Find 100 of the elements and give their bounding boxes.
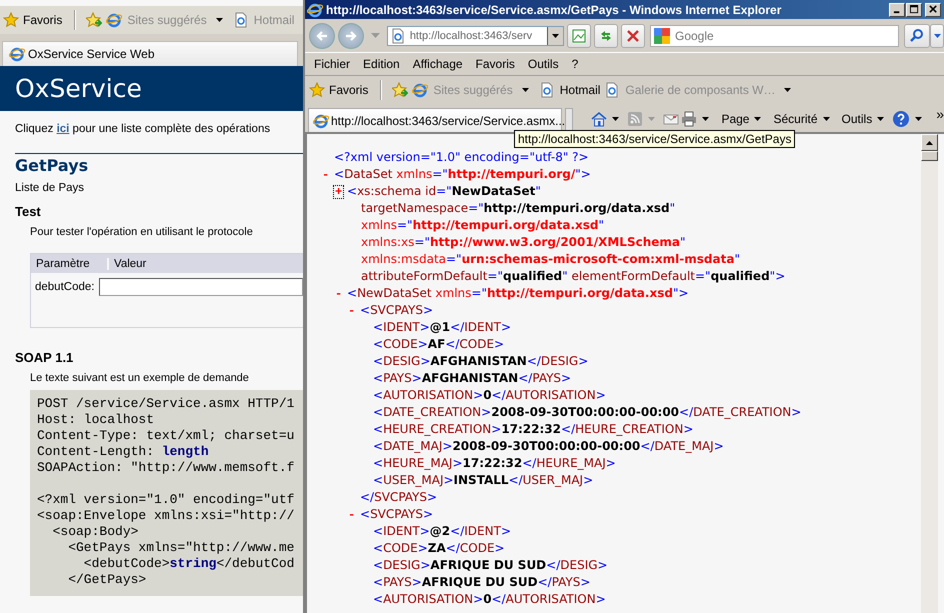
xml-line: <IDENT>@2</IDENT> (373, 523, 511, 540)
caret-icon[interactable] (612, 117, 620, 121)
dropdown-button[interactable] (547, 26, 564, 44)
close-button[interactable] (925, 2, 941, 16)
globe-e-icon (307, 2, 323, 18)
page-icon (604, 82, 620, 98)
collapse-toggle[interactable]: - (347, 509, 356, 521)
tooltip: http://localhost:3463/service/Service.asmx/GetPays (514, 130, 796, 148)
search-button[interactable] (904, 24, 930, 48)
scroll-up-button[interactable] (921, 134, 938, 151)
xml-line: <SVCPAYS> (360, 302, 434, 319)
add-favorite-icon[interactable] (392, 82, 408, 98)
browser-tab[interactable]: http://localhost:3463/service/Service.asmx... (308, 108, 562, 132)
instruction-text: Pour tester l'opération en utilisant le protocole (29, 226, 254, 238)
caret-icon[interactable] (522, 88, 529, 92)
menu-item[interactable]: Favoris (470, 57, 522, 71)
collapse-toggle[interactable]: + (334, 186, 344, 198)
xml-line: <IDENT>@1</IDENT> (373, 319, 511, 336)
section-heading: Test (15, 204, 42, 219)
collapse-toggle[interactable]: - (321, 169, 330, 181)
xml-line: xmlns:msdata="urn:schemas-microsoft-com:xml-msdata" (361, 251, 740, 268)
new-tab-button[interactable] (565, 108, 574, 132)
caret-icon[interactable] (822, 117, 830, 121)
caret-icon[interactable] (702, 117, 710, 121)
code-line: SOAPAction: "http://www.memsoft.f (37, 460, 294, 475)
xml-line: <DESIG>AFRIQUE DU SUD</DESIG> (373, 557, 608, 574)
maximize-button[interactable] (906, 2, 922, 16)
caret-icon[interactable] (915, 117, 922, 121)
service-title: OxService (15, 74, 142, 103)
code-line: <debutCode>string</debutCod (82, 556, 294, 571)
browser-tab[interactable]: OxService Service Web (2, 41, 298, 66)
caret-icon[interactable] (754, 117, 762, 121)
code-line: </GetPays> (67, 572, 146, 587)
window-title: http://localhost:3463/service/Service.asmx/GetPays - Windows Internet Explorer (326, 2, 782, 16)
stop-button[interactable] (621, 24, 645, 48)
menu-item[interactable]: ? (566, 57, 586, 71)
section-heading: SOAP 1.1 (15, 350, 74, 365)
link[interactable]: ici (56, 123, 70, 135)
more-tools-button[interactable]: » (936, 106, 944, 122)
star-icon[interactable] (3, 12, 19, 28)
home-icon[interactable] (591, 111, 608, 127)
caret-icon (552, 34, 560, 38)
caret-icon[interactable] (216, 18, 223, 22)
xml-line: <DataSet xmlns="http://tempuri.org/"> (334, 166, 591, 183)
code-line: <?xml version="1.0" encoding="utf (37, 492, 294, 507)
command-menu[interactable]: Sécurité (773, 112, 818, 126)
xml-line: <AUTORISATION>0</AUTORISATION> (373, 387, 606, 404)
description-text: Le texte suivant est un exemple de demande (29, 372, 250, 384)
search-options-button[interactable] (930, 24, 944, 48)
minimize-button[interactable] (889, 2, 905, 16)
printer-icon[interactable] (681, 111, 698, 127)
intro-text: Cliquez ici pour une liste complète des opérations (15, 123, 272, 135)
xml-line: <?xml version="1.0" encoding="utf-8" ?> (334, 149, 589, 166)
collapse-toggle[interactable]: - (347, 305, 356, 317)
code-line: <soap:Body> (52, 524, 138, 539)
star-icon[interactable] (309, 82, 325, 98)
scrollbar[interactable] (921, 134, 938, 613)
add-favorite-icon[interactable] (86, 12, 102, 28)
xml-line: <DATE_MAJ>2008-09-30T00:00:00-00:00</DATE_MAJ> (373, 438, 724, 455)
up-arrow-icon (926, 140, 933, 144)
xml-line: <AUTORISATION>0</AUTORISATION> (373, 591, 606, 608)
command-menu[interactable]: Outils (842, 112, 872, 126)
command-menu[interactable]: Page (721, 112, 750, 126)
favorite-link[interactable]: Hotmail (560, 83, 600, 97)
xml-line: <NewDataSet xmlns="http://tempuri.org/data.xsd"> (347, 285, 689, 302)
xml-line: <PAYS>AFRIQUE DU SUD</PAYS> (373, 574, 590, 591)
favorites-button[interactable]: Favoris (329, 83, 368, 97)
operation-description: Liste de Pays (15, 182, 86, 194)
search-field[interactable]: Google (650, 24, 900, 46)
refresh-button[interactable] (594, 24, 618, 48)
favorites-button[interactable]: Favoris (23, 13, 62, 27)
collapse-toggle[interactable]: - (334, 288, 344, 300)
globe-e-icon (9, 46, 25, 62)
left-arrow-icon (314, 28, 329, 42)
help-icon[interactable] (892, 110, 910, 128)
picture-icon (571, 28, 588, 44)
caret-icon (934, 34, 941, 38)
xml-line: <CODE>ZA</CODE> (373, 540, 505, 557)
parameter-input[interactable] (99, 278, 303, 296)
address-field[interactable]: http://localhost:3463/serv (386, 26, 564, 46)
xml-line: <CODE>AF</CODE> (373, 336, 504, 353)
compatibility-button[interactable] (567, 24, 592, 48)
xml-line: <DESIG>AFGHANISTAN</DESIG> (373, 353, 588, 370)
menu-item[interactable]: Outils (522, 57, 566, 71)
parameter-label: debutCode: (35, 281, 94, 293)
menu-item[interactable]: Affichage (408, 57, 470, 71)
xml-line: <PAYS>AFGHANISTAN</PAYS> (373, 370, 572, 387)
xml-line: <HEURE_CREATION>17:22:32</HEURE_CREATION> (373, 421, 694, 438)
menu-item[interactable]: Fichier (309, 57, 358, 71)
scroll-thumb[interactable] (921, 151, 938, 161)
globe-e-icon (106, 12, 122, 28)
menu-item[interactable]: Edition (358, 57, 407, 71)
google-logo-icon (654, 28, 670, 44)
caret-icon[interactable] (877, 117, 884, 121)
right-arrow-icon (344, 28, 358, 42)
xml-line: attributeFormDefault="qualified" elementFormDefault="qualified"> (361, 268, 786, 285)
xml-line: <DATE_CREATION>2008-09-30T00:00:00-00:00</DATE_CREATION> (373, 404, 802, 421)
xml-line: </SVCPAYS> (360, 489, 438, 506)
code-line: Host: localhost (37, 412, 154, 427)
operation-title: GetPays (15, 156, 90, 175)
